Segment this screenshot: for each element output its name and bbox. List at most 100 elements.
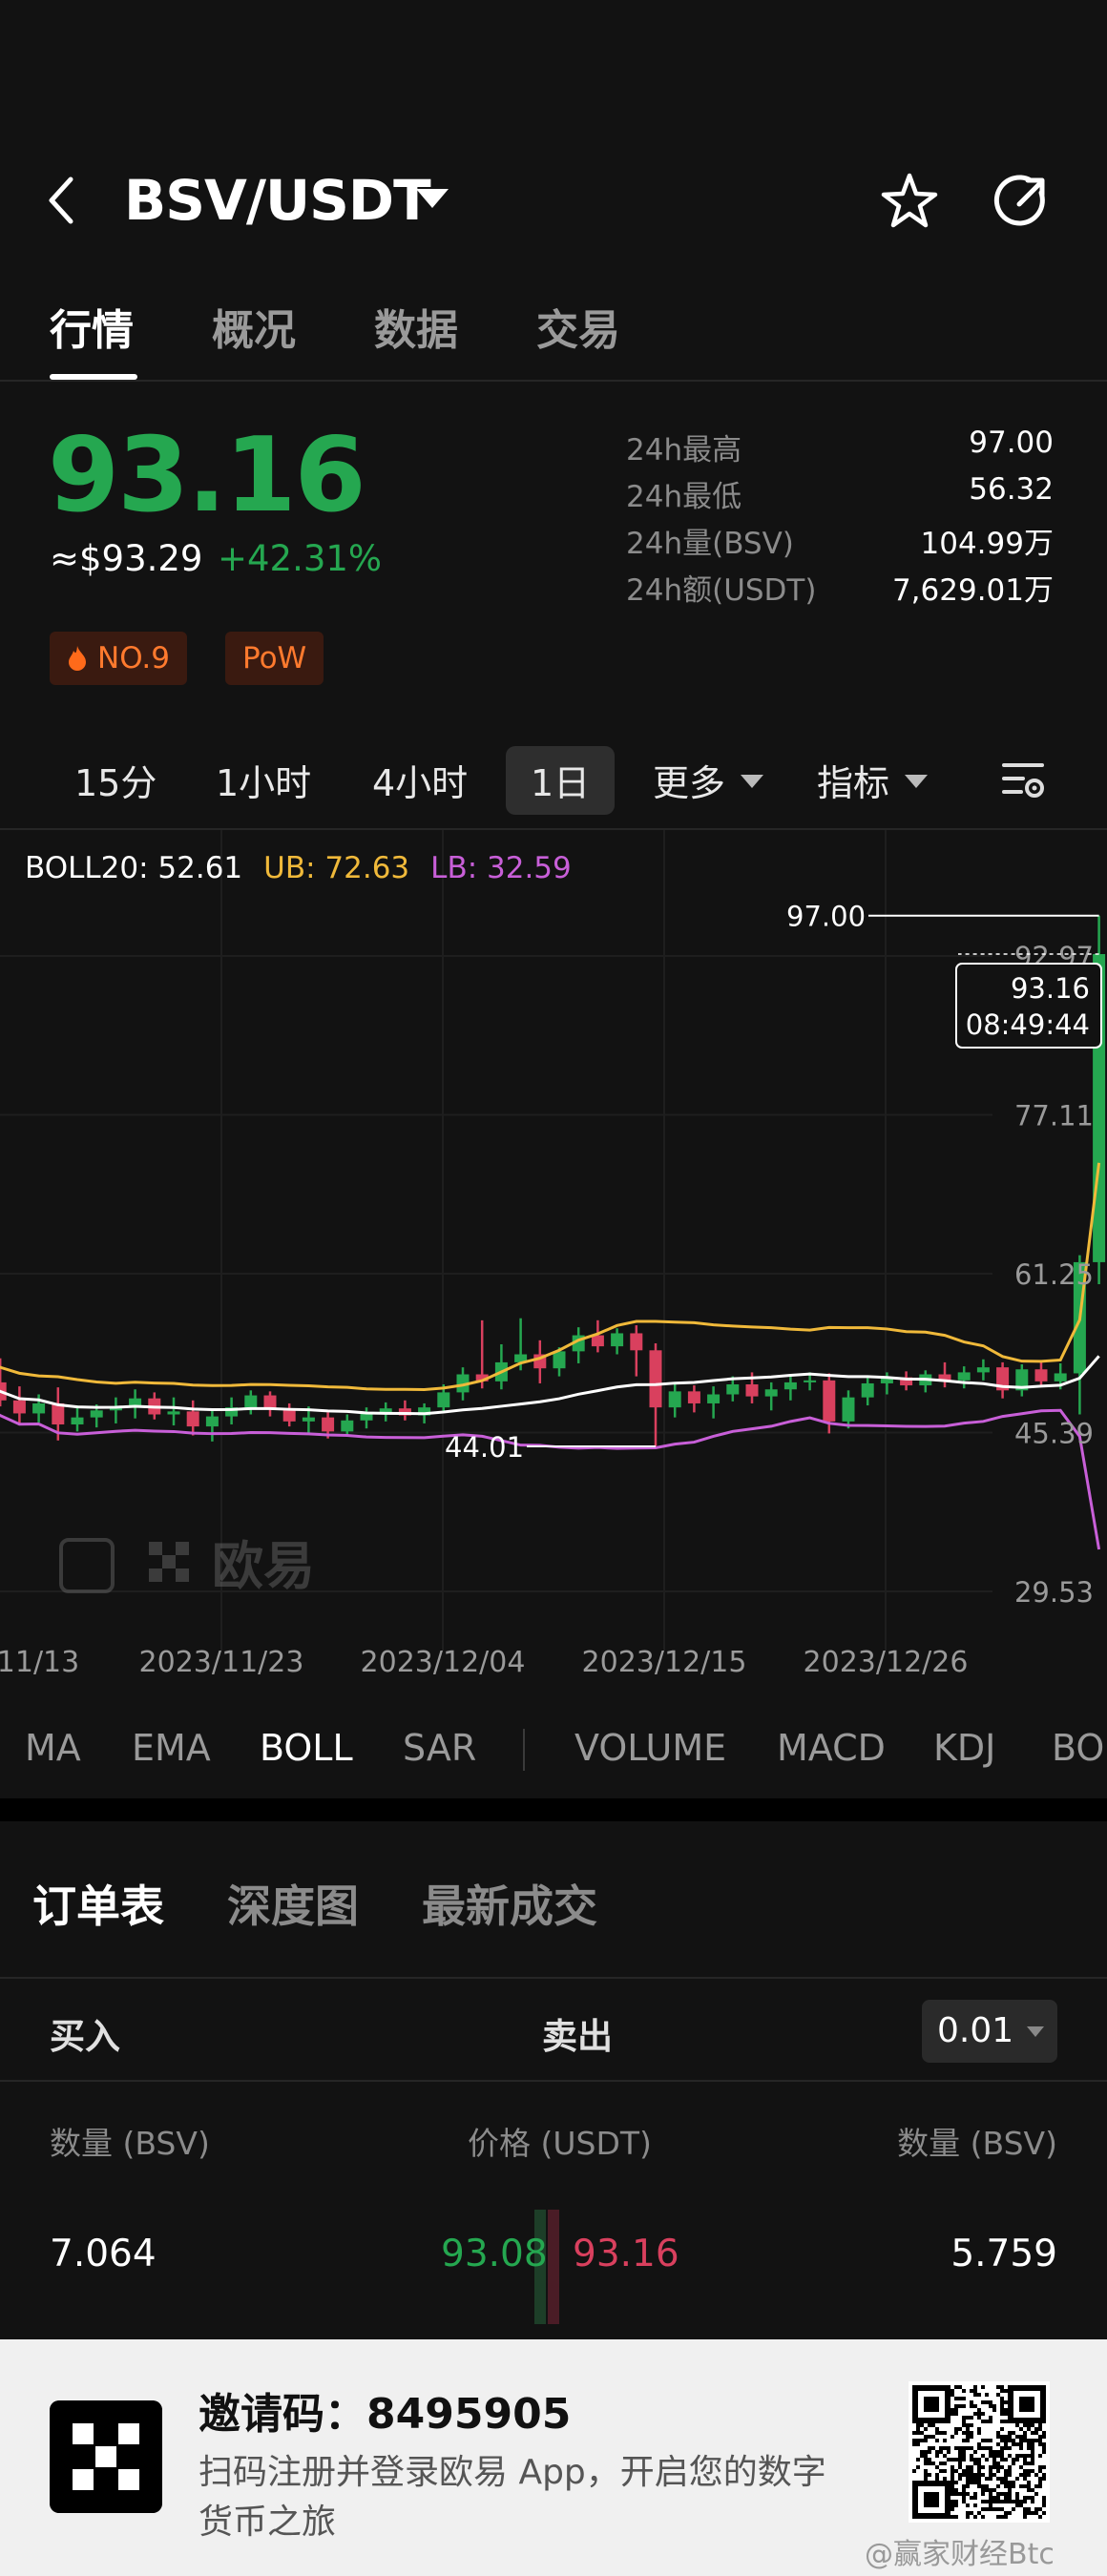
candle [842, 1390, 855, 1429]
candle [976, 1359, 990, 1381]
fullscreen-icon [59, 1538, 115, 1593]
indicator-boll[interactable]: BOLL [260, 1727, 353, 1769]
candle [533, 1340, 547, 1383]
ask-qty[interactable]: 5.759 [950, 2233, 1057, 2275]
flame-icon [69, 646, 86, 671]
kline-chart[interactable]: 欧易97.0044.0192.9777.1161.2545.3929.5393.… [0, 830, 1107, 1708]
y-tick-label: 61.25 [1014, 1258, 1094, 1291]
rank-badge-label: NO.9 [97, 641, 170, 675]
candle [109, 1397, 122, 1423]
candle [900, 1371, 913, 1391]
last-price-tag[interactable]: 93.1608:49:44 [955, 963, 1102, 1049]
candle [630, 1325, 643, 1377]
timeframe-more[interactable]: 更多 [653, 754, 725, 806]
candle [129, 1389, 142, 1419]
brand-watermark-text: 欧易 [212, 1536, 315, 1596]
candle [494, 1344, 508, 1390]
ask-price[interactable]: 93.16 [573, 2233, 679, 2275]
precision-dropdown-icon [1027, 2026, 1044, 2037]
okx-watermark-icon [176, 1568, 189, 1582]
candle [186, 1400, 199, 1436]
candle [668, 1384, 681, 1418]
pair-dropdown-icon[interactable] [416, 189, 449, 208]
section-gap [0, 1798, 1107, 1821]
stat-low-value: 56.32 [969, 472, 1054, 507]
y-tick-label: 77.11 [1014, 1100, 1094, 1132]
boll-ub-value: UB: 72.63 [263, 851, 410, 885]
tab-overview[interactable]: 概况 [212, 296, 296, 357]
tab-market[interactable]: 行情 [50, 296, 134, 357]
low-marker-label: 44.01 [445, 1431, 524, 1464]
ask-qty-header: 数量 (BSV) [897, 2125, 1057, 2162]
bid-qty-header: 数量 (BSV) [50, 2125, 210, 2162]
chart-settings-icon[interactable] [1000, 758, 1046, 803]
favorite-star-icon[interactable] [876, 168, 943, 235]
stat-volume-value: 104.99万 [920, 527, 1054, 561]
share-icon[interactable] [989, 168, 1055, 235]
candle [649, 1342, 662, 1447]
candle [0, 1358, 7, 1407]
candle [167, 1397, 180, 1426]
indicator-ma[interactable]: MA [25, 1727, 81, 1769]
x-tick-label: 11/13 [0, 1646, 79, 1679]
price-change-percent: +42.31% [218, 538, 383, 579]
okx-watermark-icon [149, 1542, 162, 1555]
candle [938, 1361, 951, 1388]
boll-middle-band [0, 1355, 1100, 1416]
candle [244, 1390, 258, 1415]
candle [687, 1385, 700, 1413]
boll-upper-band [0, 1162, 1101, 1392]
tab-data[interactable]: 数据 [374, 296, 458, 357]
tab-depth-chart[interactable]: 深度图 [227, 1872, 359, 1935]
indicator-sar[interactable]: SAR [403, 1727, 476, 1769]
divider [0, 380, 1107, 382]
indicator-kdj[interactable]: KDJ [933, 1727, 995, 1769]
timeframe-1h[interactable]: 1小时 [216, 754, 311, 806]
last-price-tag-price: 93.16 [1011, 972, 1090, 1005]
y-tick-label: 45.39 [1014, 1418, 1094, 1450]
candle [71, 1405, 84, 1432]
qr-code-icon[interactable] [909, 2381, 1050, 2523]
candle [957, 1366, 971, 1389]
bid-price[interactable]: 93.08 [441, 2233, 548, 2275]
source-watermark: @赢家财经Btc [865, 2538, 1055, 2571]
indicator-ema[interactable]: EMA [132, 1727, 211, 1769]
candle [572, 1327, 585, 1363]
indicator-volume[interactable]: VOLUME [574, 1727, 726, 1769]
price-usd: ≈$93.29 [50, 538, 203, 579]
timeframe-15m[interactable]: 15分 [74, 754, 157, 806]
price-header: 价格 (USDT) [468, 2125, 652, 2162]
candle [360, 1407, 373, 1429]
tab-trade[interactable]: 交易 [536, 296, 620, 357]
timeframe-1d[interactable]: 1日 [531, 754, 590, 806]
candle [996, 1361, 1010, 1399]
stat-turnover-label: 24h额(USDT) [626, 573, 817, 608]
indicator-dropdown-icon [905, 775, 928, 788]
candle [611, 1328, 624, 1355]
tab-orderbook[interactable]: 订单表 [32, 1872, 164, 1935]
indicator-more[interactable]: BO [1052, 1727, 1104, 1769]
buy-label: 买入 [50, 2016, 120, 2057]
promo-description: 扫码注册并登录欧易 App，开启您的数字货币之旅 [198, 2453, 826, 2542]
rank-badge[interactable]: NO.9 [50, 632, 187, 685]
candle [880, 1372, 893, 1395]
divider [0, 1977, 1107, 1979]
back-arrow-icon[interactable] [38, 172, 86, 229]
tab-latest-trades[interactable]: 最新成交 [422, 1872, 597, 1935]
bid-qty[interactable]: 7.064 [50, 2233, 157, 2275]
pow-badge[interactable]: PoW [225, 632, 324, 685]
pair-title[interactable]: BSV/USDT [124, 168, 431, 233]
last-price-tag-time: 08:49:44 [966, 1008, 1090, 1041]
ask-depth-bar [548, 2210, 559, 2324]
stat-high-value: 97.00 [969, 426, 1054, 460]
x-tick-label: 2023/11/23 [139, 1646, 304, 1679]
candle [398, 1400, 411, 1421]
boll-mid-value: BOLL20: 52.61 [25, 851, 243, 885]
indicator-macd[interactable]: MACD [777, 1727, 886, 1769]
indicator-menu[interactable]: 指标 [817, 754, 889, 806]
okx-watermark-icon [149, 1568, 162, 1582]
more-dropdown-icon [741, 775, 763, 788]
candle [1034, 1360, 1048, 1387]
candle [205, 1408, 219, 1442]
timeframe-4h[interactable]: 4小时 [372, 754, 468, 806]
